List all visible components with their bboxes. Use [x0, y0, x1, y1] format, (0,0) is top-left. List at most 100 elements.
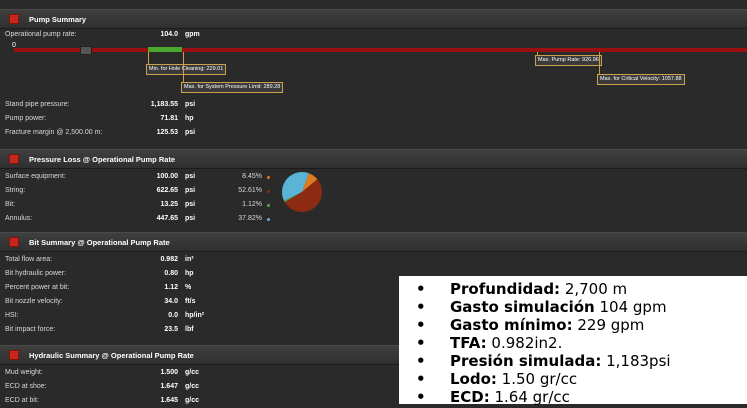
summary-item-label: Profundidad:	[450, 280, 561, 298]
bullet-icon: •	[416, 334, 426, 352]
row-unit: ft/s	[185, 298, 196, 305]
legend-swatch	[267, 190, 270, 193]
pump-rate-slider-handle[interactable]	[80, 46, 92, 55]
bit-hydraulic-power-row: Bit hydraulic power: 0.80 hp	[0, 267, 400, 281]
row-value: 100.00	[156, 173, 178, 180]
bit-nozzle-velocity-row: Bit nozzle velocity: 34.0 ft/s	[0, 295, 400, 309]
bullet-icon: •	[416, 316, 426, 334]
row-value: 125.53	[156, 129, 178, 136]
row-value: 1.500	[160, 369, 178, 376]
row-unit: psi	[185, 201, 196, 208]
collapse-section-icon[interactable]	[9, 154, 19, 164]
row-label: Surface equipment:	[5, 173, 66, 180]
summary-item-value: 104 gpm	[594, 298, 667, 316]
summary-item-value: 2,700 m	[560, 280, 628, 298]
collapse-section-icon[interactable]	[9, 14, 19, 24]
pump-power-row: Pump power: 71.81 hp	[0, 112, 400, 126]
summary-item-label: Lodo:	[450, 370, 497, 388]
row-label: Pump power:	[5, 115, 47, 122]
summary-item-text: Lodo: 1.50 gr/cc	[450, 370, 577, 388]
pressure-loss-header[interactable]: Pressure Loss @ Operational Pump Rate	[0, 149, 747, 169]
row-unit: g/cc	[185, 397, 200, 404]
row-value: 1,183.55	[150, 101, 178, 108]
legend-swatch	[267, 218, 270, 221]
string-row: String: 622.65 psi 52.61%	[0, 184, 400, 198]
summary-item-value: 229 gpm	[572, 316, 645, 334]
mud-weight-row: Mud weight: 1.500 g/cc	[0, 366, 400, 380]
row-label: Total flow area:	[5, 256, 53, 263]
legend-swatch	[267, 176, 270, 179]
row-label: String:	[5, 187, 26, 194]
collapse-section-icon[interactable]	[9, 237, 19, 247]
summary-item-value: 1.50 gr/cc	[496, 370, 578, 388]
marker-tick	[183, 52, 184, 85]
row-label: ECD at bit:	[5, 397, 39, 404]
stand-pipe-pressure-row: Stand pipe pressure: 1,183.55 psi	[0, 98, 400, 112]
legend-swatch	[267, 204, 270, 207]
summary-item-text: Profundidad: 2,700 m	[450, 280, 627, 298]
ecd-at-shoe-row: ECD at shoe: 1.647 g/cc	[0, 380, 400, 394]
bit-summary-header[interactable]: Bit Summary @ Operational Pump Rate	[0, 232, 747, 252]
bullet-icon: •	[416, 298, 426, 316]
collapse-section-icon[interactable]	[9, 350, 19, 360]
pump-summary-header[interactable]: Pump Summary	[0, 9, 747, 29]
pressure-loss-pie-chart	[282, 172, 322, 212]
row-value: 622.65	[156, 187, 178, 194]
summary-item-text: Presión simulada: 1,183psi	[450, 352, 671, 370]
row-value: 0.982	[160, 256, 178, 263]
row-value: 1.12	[164, 284, 178, 291]
summary-item-label: Gasto mínimo:	[450, 316, 573, 334]
row-unit: hp/in²	[185, 312, 205, 319]
bullet-icon: •	[416, 352, 426, 370]
summary-item-text: ECD: 1.64 gr/cc	[450, 388, 570, 406]
ecd-at-bit-row: ECD at bit: 1.645 g/cc	[0, 394, 400, 408]
row-label: Bit hydraulic power:	[5, 270, 67, 277]
row-unit: gpm	[185, 31, 200, 38]
surface-equipment-row: Surface equipment: 100.00 psi 8.45%	[0, 170, 400, 184]
row-value: 447.65	[156, 215, 178, 222]
row-unit: g/cc	[185, 369, 200, 376]
operational-pump-rate-row: Operational pump rate: 104.0 gpm	[0, 28, 400, 42]
annulus-row: Annulus: 447.65 psi 37.82%	[0, 212, 400, 226]
row-label: Bit:	[5, 201, 16, 208]
bullet-icon: •	[416, 388, 426, 406]
summary-item-value: 0.982in2.	[486, 334, 563, 352]
row-label: Annulus:	[5, 215, 33, 222]
section-title: Bit Summary @ Operational Pump Rate	[29, 237, 170, 247]
row-label: ECD at shoe:	[5, 383, 47, 390]
min-hole-cleaning-marker: Min. for Hole Cleaning: 229.01	[146, 64, 227, 75]
row-label: Bit impact force:	[5, 326, 56, 333]
row-percent: 37.82%	[238, 215, 262, 222]
row-unit: psi	[185, 173, 196, 180]
summary-item-label: ECD:	[450, 388, 490, 406]
bullet-icon: •	[416, 280, 426, 298]
row-value: 1.645	[160, 397, 178, 404]
fracture-margin-row: Fracture margin @ 2,500.00 m: 125.53 psi	[0, 126, 400, 140]
row-unit: psi	[185, 101, 196, 108]
row-value: 13.25	[160, 201, 178, 208]
percent-power-row: Percent power at bit: 1.12 %	[0, 281, 400, 295]
operating-window-bar	[148, 47, 182, 52]
row-value: 34.0	[164, 298, 178, 305]
row-label: HSI:	[5, 312, 19, 319]
row-unit: psi	[185, 187, 196, 194]
summary-item-label: Gasto simulación	[450, 298, 595, 316]
row-value: 23.5	[164, 326, 178, 333]
section-title: Pump Summary	[29, 14, 87, 24]
summary-item-label: Presión simulada:	[450, 352, 602, 370]
summary-overlay: • Profundidad: 2,700 m • Gasto simulación 1…	[399, 276, 747, 406]
row-value: 1.647	[160, 383, 178, 390]
pump-rate-track[interactable]	[14, 48, 747, 52]
summary-item-text: Gasto simulación 104 gpm	[450, 298, 667, 316]
row-unit: in²	[185, 256, 194, 263]
bit-impact-force-row: Bit impact force: 23.5 lbf	[0, 323, 400, 337]
row-unit: psi	[185, 215, 196, 222]
row-unit: lbf	[185, 326, 194, 333]
row-unit: %	[185, 284, 192, 291]
hsi-row: HSI: 0.0 hp/in²	[0, 309, 400, 323]
summary-item-label: TFA:	[450, 334, 487, 352]
row-value: 0.80	[164, 270, 178, 277]
row-label: Bit nozzle velocity:	[5, 298, 63, 305]
row-unit: hp	[185, 115, 194, 122]
row-value[interactable]: 104.0	[58, 31, 178, 38]
